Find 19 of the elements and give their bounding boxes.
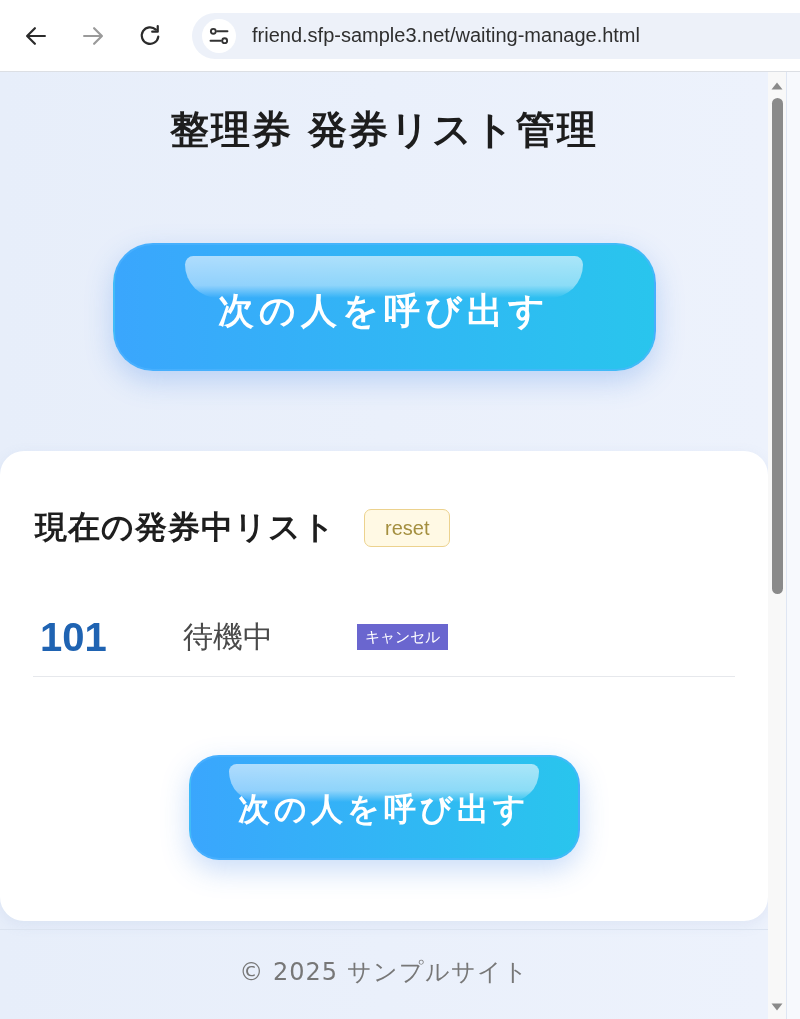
site-settings-icon[interactable] [202, 18, 236, 53]
footer-copyright: © 2025 サンプルサイト [239, 957, 529, 986]
scrollbar-track[interactable] [768, 72, 786, 1019]
cancel-button[interactable]: キャンセル [357, 624, 448, 650]
page-title: 整理券 発券リスト管理 [169, 108, 599, 152]
ticket-number: 101 [39, 614, 108, 660]
ticket-status: 待機中 [183, 617, 274, 656]
reset-button[interactable]: reset [364, 509, 451, 547]
right-arrow-icon [83, 26, 103, 45]
list-heading: 現在の発券中リスト [35, 507, 336, 548]
call-next-button[interactable]: 次の人を呼び出す [188, 755, 580, 860]
left-arrow-icon [26, 26, 46, 45]
scroll-down-icon[interactable] [771, 1003, 783, 1011]
scroll-up-icon[interactable] [771, 82, 783, 90]
address-bar[interactable]: friend.sfp-sample3.net/waiting-manage.html [192, 12, 800, 59]
url-text: friend.sfp-sample3.net/waiting-manage.html [252, 24, 640, 47]
reload-icon [140, 25, 160, 46]
call-next-button[interactable]: 次の人を呼び出す [112, 243, 656, 371]
scrollbar-thumb[interactable] [771, 98, 783, 594]
